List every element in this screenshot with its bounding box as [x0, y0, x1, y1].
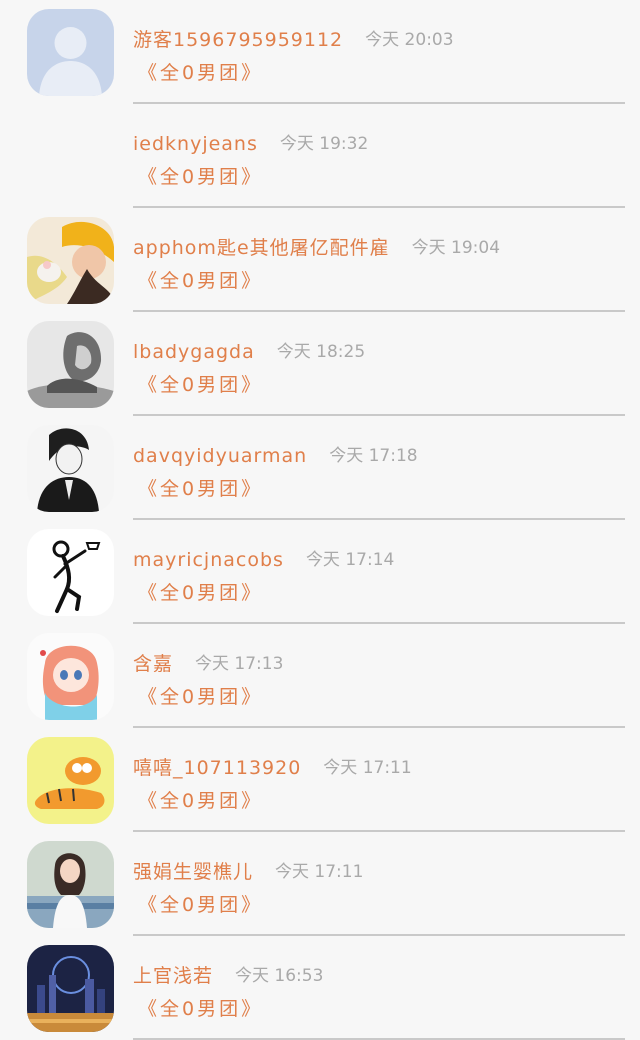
thread-subtitle: 《全0男团》	[138, 686, 264, 708]
city-night-photo	[27, 945, 114, 1032]
thread-subtitle: 《全0男团》	[138, 62, 264, 84]
thread-time: 今天 20:03	[365, 30, 454, 50]
thread-subtitle: 《全0男团》	[138, 998, 264, 1020]
avatar[interactable]	[27, 217, 114, 304]
thread-time: 今天 17:18	[329, 446, 418, 466]
avatar[interactable]	[27, 529, 114, 616]
thread-time: 今天 16:53	[235, 966, 324, 986]
list-item[interactable]: lbadygagda 今天 18:25 《全0男团》	[0, 312, 640, 416]
default-person-icon	[27, 9, 114, 96]
list-item[interactable]: davqyidyuarman 今天 17:18 《全0男团》	[0, 416, 640, 520]
anime-girl-pink-hair	[27, 633, 114, 720]
avatar[interactable]	[27, 945, 114, 1032]
thread-time: 今天 17:13	[195, 654, 284, 674]
avatar[interactable]	[27, 633, 114, 720]
avatar[interactable]	[27, 737, 114, 824]
thread-name: iedknyjeans	[133, 133, 258, 155]
list-item[interactable]: 含嘉 今天 17:13 《全0男团》	[0, 624, 640, 728]
list-item[interactable]: iedknyjeans 今天 19:32 《全0男团》	[0, 104, 640, 208]
thread-name: 含嘉	[133, 653, 174, 675]
thread-name: 游客1596795959112	[133, 29, 344, 51]
list-item[interactable]: 游客1596795959112 今天 20:03 《全0男团》	[0, 0, 640, 104]
thread-name: mayricjnacobs	[133, 549, 284, 571]
list-item[interactable]: 嘻嘻_107113920 今天 17:11 《全0男团》	[0, 728, 640, 832]
thread-time: 今天 18:25	[276, 342, 366, 362]
list-item[interactable]: 强娟生婴樵儿 今天 17:11 《全0男团》	[0, 832, 640, 936]
avatar[interactable]	[27, 841, 114, 928]
thread-subtitle: 《全0男团》	[138, 374, 264, 396]
thread-name: apphom匙e其他屠亿配件雇	[133, 237, 390, 259]
thread-time: 今天 19:04	[411, 238, 501, 258]
girl-yellow-hat-photo	[27, 217, 114, 304]
stick-figure-basketball	[27, 529, 114, 616]
list-item[interactable]: apphom匙e其他屠亿配件雇 今天 19:04 《全0男团》	[0, 208, 640, 312]
avatar[interactable]	[27, 425, 114, 512]
thread-subtitle: 《全0男团》	[138, 582, 264, 604]
thread-time: 今天 17:11	[275, 862, 364, 882]
list-item[interactable]: mayricjnacobs 今天 17:14 《全0男团》	[0, 520, 640, 624]
girl-bench-photo	[27, 841, 114, 928]
lion-sketch	[27, 321, 114, 408]
thread-subtitle: 《全0男团》	[138, 270, 264, 292]
thread-name: 强娟生婴樵儿	[133, 861, 254, 883]
thread-subtitle: 《全0男团》	[138, 894, 264, 916]
thread-name: lbadygagda	[133, 341, 255, 363]
thread-subtitle: 《全0男团》	[138, 790, 264, 812]
garfield-cartoon	[27, 737, 114, 824]
thread-name: 上官浅若	[133, 965, 214, 987]
thread-subtitle: 《全0男团》	[138, 166, 264, 188]
thread-list: 游客1596795959112 今天 20:03 《全0男团》 iedknyje…	[0, 0, 640, 1040]
avatar[interactable]	[27, 321, 114, 408]
thread-time: 今天 17:14	[305, 550, 395, 570]
anime-boy-sketch	[27, 425, 114, 512]
avatar[interactable]	[27, 9, 114, 96]
thread-time: 今天 17:11	[323, 758, 412, 778]
thread-name: 嘻嘻_107113920	[133, 757, 302, 779]
thread-name: davqyidyuarman	[133, 445, 308, 467]
thread-subtitle: 《全0男团》	[138, 478, 264, 500]
thread-time: 今天 19:32	[279, 134, 369, 154]
list-item[interactable]: 上官浅若 今天 16:53 《全0男团》	[0, 936, 640, 1040]
